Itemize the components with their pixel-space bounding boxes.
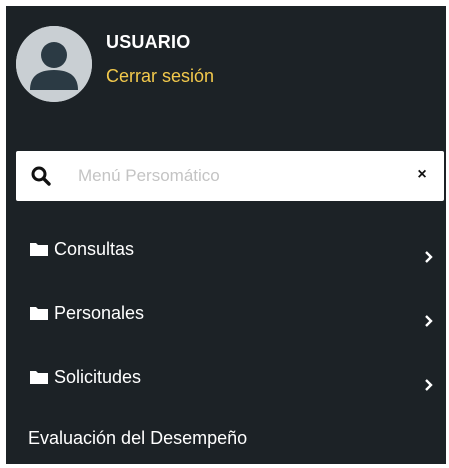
user-name: USUARIO bbox=[106, 32, 191, 52]
folder-icon bbox=[30, 370, 48, 384]
chevron-right-icon bbox=[424, 250, 434, 264]
sidebar: USUARIO Cerrar sesión × Consultas bbox=[6, 6, 446, 464]
folder-icon bbox=[30, 306, 48, 320]
chevron-right-icon bbox=[424, 378, 434, 392]
search-box: × bbox=[16, 151, 444, 201]
folder-icon bbox=[30, 242, 48, 256]
sidebar-item-evaluacion-desempeno[interactable]: Evaluación del Desempeño bbox=[6, 420, 446, 460]
search-icon[interactable] bbox=[30, 165, 52, 187]
user-panel: USUARIO Cerrar sesión bbox=[6, 6, 446, 126]
sidebar-item-consultas[interactable]: Consultas bbox=[6, 231, 446, 271]
sidebar-item-label: Evaluación del Desempeño bbox=[28, 428, 248, 448]
search-input[interactable] bbox=[78, 161, 388, 191]
close-icon[interactable]: × bbox=[412, 165, 432, 185]
user-avatar-icon bbox=[16, 26, 92, 102]
chevron-right-icon bbox=[424, 314, 434, 328]
sidebar-item-label: Personales bbox=[54, 303, 145, 323]
logout-link[interactable]: Cerrar sesión bbox=[106, 66, 214, 87]
sidebar-item-label: Solicitudes bbox=[54, 367, 142, 387]
sidebar-item-label: Consultas bbox=[54, 239, 135, 259]
sidebar-item-personales[interactable]: Personales bbox=[6, 295, 446, 335]
sidebar-item-solicitudes[interactable]: Solicitudes bbox=[6, 359, 446, 399]
